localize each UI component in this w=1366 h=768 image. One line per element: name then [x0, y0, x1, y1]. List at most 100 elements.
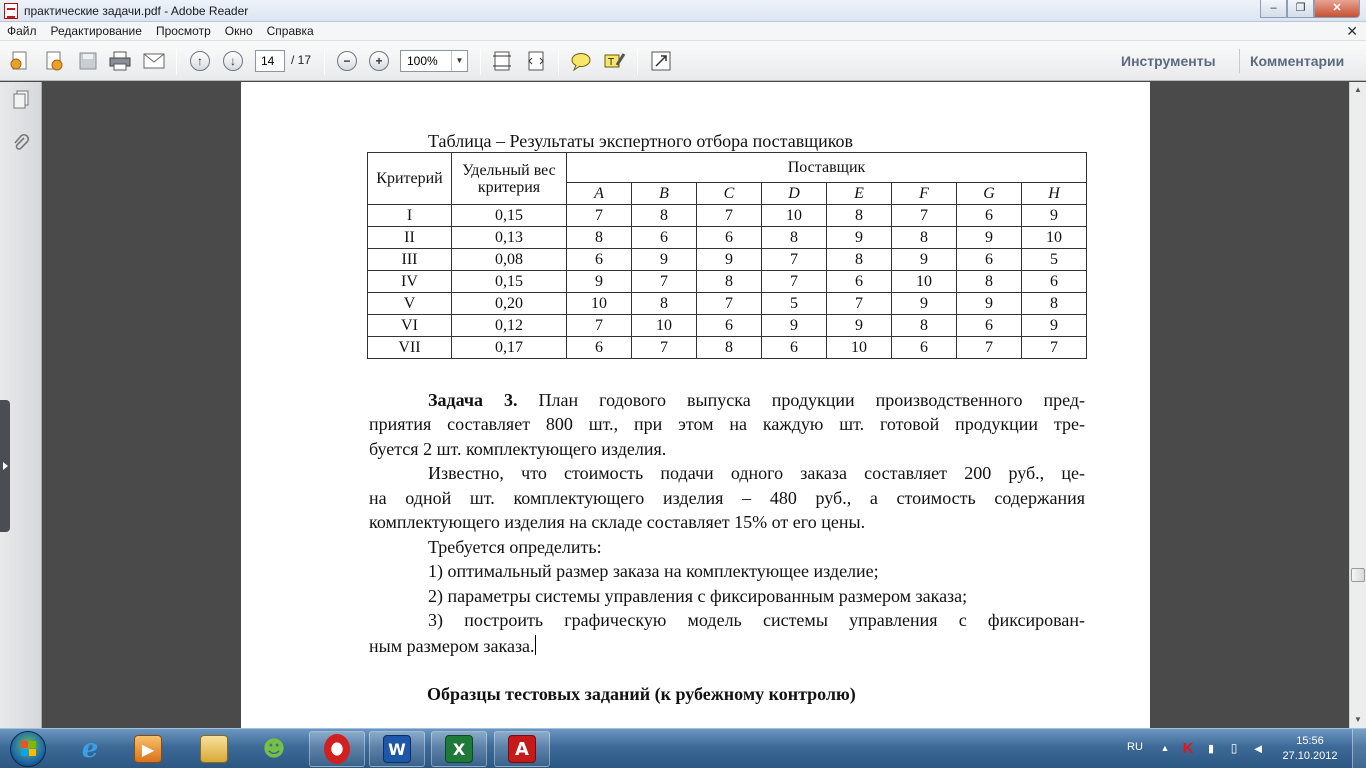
supplier-header: Поставщик: [566, 152, 1087, 183]
criterion-cell: VI: [367, 314, 452, 337]
save-icon[interactable]: [76, 50, 100, 72]
score-cell: 7: [566, 204, 632, 227]
attachments-icon[interactable]: [10, 132, 32, 154]
scroll-up-icon[interactable]: ▲: [1350, 82, 1366, 98]
score-cell: 8: [826, 248, 892, 271]
opera-icon: [324, 734, 350, 764]
network-icon[interactable]: ▮: [1203, 740, 1219, 756]
toolbar-separator: [1239, 49, 1240, 73]
item-1: 1) оптимальный размер заказа на комплект…: [428, 561, 879, 581]
table-row: IV 0,15 9 7 8 7 6 10 8 6: [367, 270, 1087, 293]
comment-icon[interactable]: [569, 50, 593, 72]
task3-line2: приятия составляет 800 шт., при этом на …: [369, 414, 1085, 434]
clock-time: 15:56: [1296, 735, 1324, 747]
scroll-down-icon[interactable]: ▼: [1350, 712, 1366, 728]
table-row: I 0,15 7 8 7 10 8 7 6 9: [367, 204, 1087, 227]
weight-cell: 0,13: [451, 226, 567, 249]
supplier-label: D: [761, 182, 827, 205]
menu-view[interactable]: Просмотр: [149, 24, 218, 38]
title-bar: практические задачи.pdf - Adobe Reader –…: [0, 0, 1366, 22]
fullscreen-icon[interactable]: [649, 50, 673, 72]
edit-pdf-icon[interactable]: [42, 50, 66, 72]
menu-edit[interactable]: Редактирование: [44, 24, 149, 38]
taskbar-adobe-reader[interactable]: A: [494, 731, 550, 767]
table-row: II 0,13 8 6 6 8 9 8 9 10: [367, 226, 1087, 249]
score-cell: 8: [956, 270, 1022, 293]
zoom-in-button[interactable]: +: [367, 50, 391, 72]
minimize-button[interactable]: –: [1260, 0, 1287, 18]
criterion-cell: IV: [367, 270, 452, 293]
document-page: Таблица – Результаты экспертного отбора …: [241, 82, 1150, 728]
score-cell: 8: [696, 270, 762, 293]
score-cell: 9: [826, 226, 892, 249]
taskbar-internet-explorer[interactable]: e: [62, 731, 118, 767]
show-hidden-icons-icon[interactable]: ▲: [1157, 740, 1173, 756]
fit-page-icon[interactable]: [490, 50, 514, 72]
next-page-button[interactable]: ↓: [221, 50, 245, 72]
clock-date: 27.10.2012: [1282, 750, 1338, 762]
taskbar-messenger[interactable]: ☻: [246, 731, 302, 767]
start-button[interactable]: [2, 730, 54, 768]
score-cell: 6: [566, 336, 632, 359]
comments-panel-link[interactable]: Комментарии: [1250, 53, 1344, 69]
page-clip: [361, 363, 1091, 371]
previous-page-button[interactable]: ↑: [188, 50, 212, 72]
page-number-input[interactable]: 14: [255, 50, 285, 72]
score-cell: 9: [891, 248, 957, 271]
para2-line1: Известно, что стоимость подачи одного за…: [428, 463, 1085, 483]
close-button[interactable]: ✕: [1314, 0, 1360, 18]
folder-icon: [200, 735, 228, 763]
close-document-icon[interactable]: ✕: [1346, 23, 1358, 40]
tools-panel-link[interactable]: Инструменты: [1121, 53, 1216, 69]
show-desktop-button[interactable]: [1352, 729, 1366, 768]
score-cell: 7: [956, 336, 1022, 359]
item-3-line2: ным размером заказа.: [369, 635, 536, 656]
internet-explorer-icon: e: [81, 734, 99, 764]
score-cell: 9: [566, 270, 632, 293]
scroll-thumb[interactable]: [1351, 568, 1365, 582]
power-icon[interactable]: ▯: [1226, 740, 1242, 756]
vertical-scrollbar[interactable]: ▲ ▼: [1349, 82, 1366, 728]
maximize-button[interactable]: ❐: [1287, 0, 1314, 18]
email-icon[interactable]: [142, 50, 166, 72]
windows-logo-icon: [10, 731, 46, 767]
nav-pane-toggle[interactable]: [0, 400, 10, 532]
score-cell: 9: [891, 292, 957, 315]
score-cell: 9: [956, 226, 1022, 249]
clock[interactable]: 15:56 27.10.2012: [1280, 734, 1340, 764]
word-icon: W: [383, 735, 411, 763]
taskbar-explorer[interactable]: [186, 731, 242, 767]
highlight-icon[interactable]: T: [603, 50, 627, 72]
zoom-out-button[interactable]: −: [335, 50, 359, 72]
language-indicator[interactable]: RU: [1127, 741, 1143, 753]
menu-window[interactable]: Окно: [218, 24, 260, 38]
taskbar-media-player[interactable]: ▶: [120, 731, 176, 767]
fit-width-icon[interactable]: [524, 50, 548, 72]
page-thumbnails-icon[interactable]: [10, 89, 32, 111]
score-cell: 7: [696, 292, 762, 315]
taskbar-word[interactable]: W: [369, 731, 425, 767]
criterion-cell: V: [367, 292, 452, 315]
arrow-down-icon: ↓: [223, 51, 243, 71]
chevron-down-icon[interactable]: ▼: [451, 51, 467, 71]
zoom-select[interactable]: 100% ▼: [400, 50, 468, 72]
weight-cell: 0,12: [451, 314, 567, 337]
create-pdf-icon[interactable]: [8, 50, 32, 72]
adobe-reader-icon: A: [508, 735, 536, 763]
weight-cell: 0,15: [451, 270, 567, 293]
score-cell: 7: [761, 248, 827, 271]
volume-icon[interactable]: ◄: [1250, 740, 1266, 756]
table-row: VII 0,17 6 7 8 6 10 6 7 7: [367, 336, 1087, 359]
supplier-label: C: [696, 182, 762, 205]
score-cell: 7: [696, 204, 762, 227]
score-cell: 8: [826, 204, 892, 227]
taskbar-opera[interactable]: [309, 731, 365, 767]
score-cell: 8: [891, 226, 957, 249]
taskbar-excel[interactable]: X: [431, 731, 487, 767]
score-cell: 7: [631, 270, 697, 293]
menu-file[interactable]: Файл: [0, 24, 44, 38]
table-row: VI 0,12 7 10 6 9 9 8 6 9: [367, 314, 1087, 337]
print-icon[interactable]: [108, 50, 132, 72]
antivirus-icon[interactable]: K: [1180, 740, 1196, 757]
menu-help[interactable]: Справка: [260, 24, 321, 38]
